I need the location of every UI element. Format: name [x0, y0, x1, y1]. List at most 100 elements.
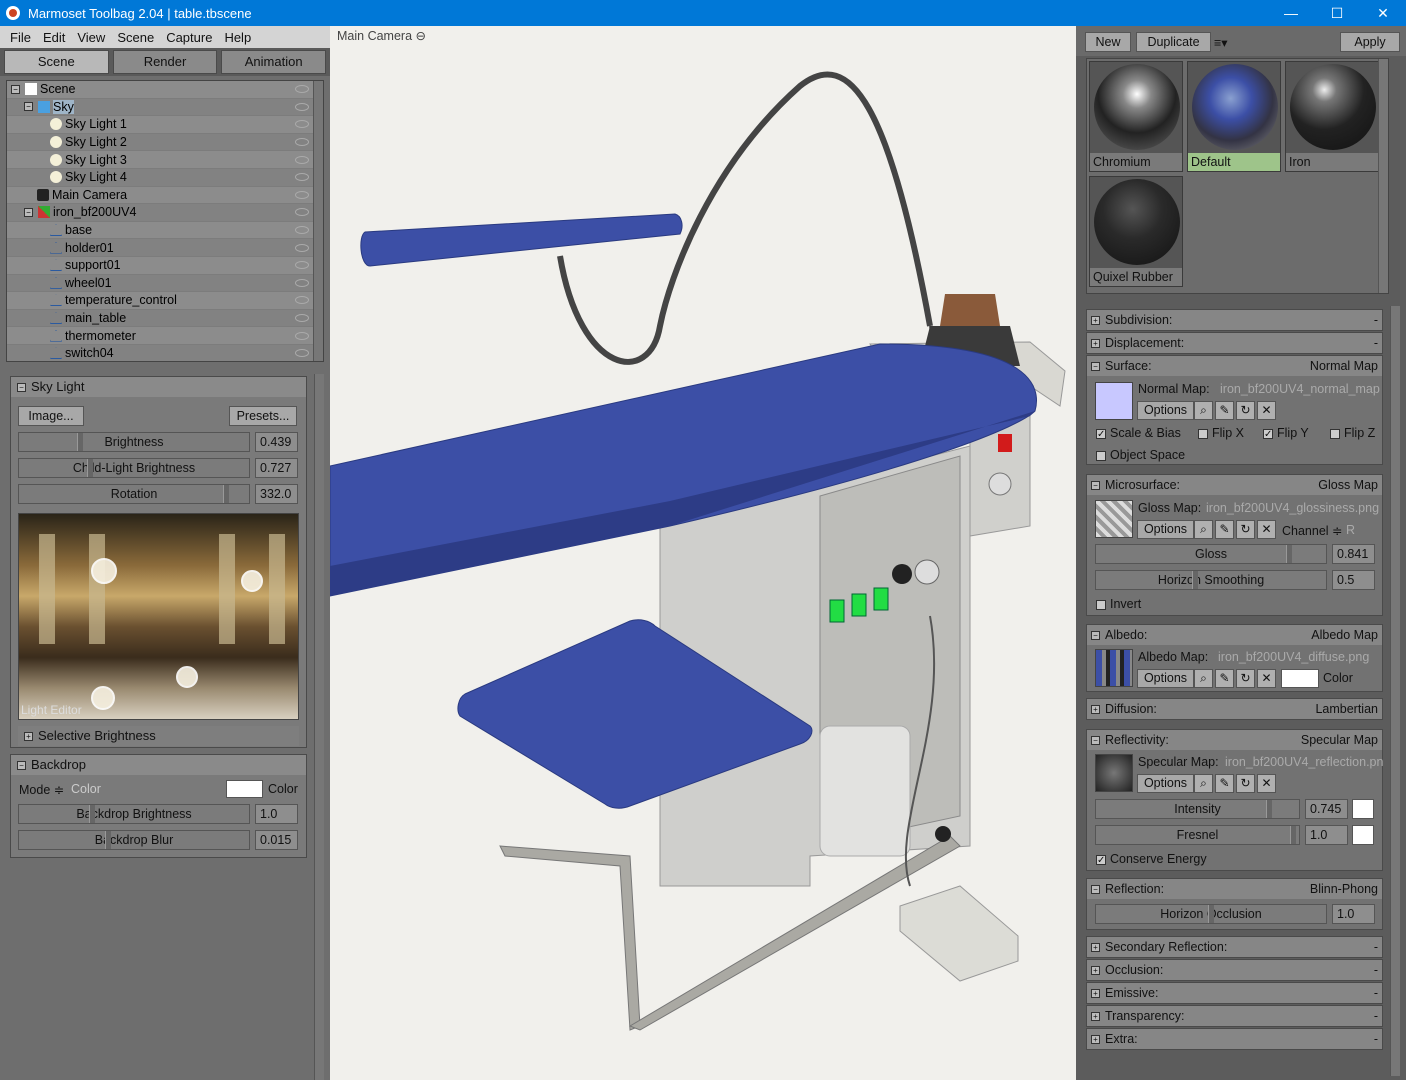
sky-light-4-handle[interactable] — [91, 686, 115, 710]
material-default[interactable]: Default — [1187, 61, 1281, 172]
camera-selector[interactable]: Main Camera ⊖ — [337, 28, 426, 43]
menu-capture[interactable]: Capture — [160, 30, 218, 45]
displacement-select[interactable]: - — [1374, 333, 1378, 353]
menu-help[interactable]: Help — [218, 30, 257, 45]
child-brightness-knob[interactable] — [87, 459, 93, 477]
menu-view[interactable]: View — [71, 30, 111, 45]
specular-map-thumbnail[interactable] — [1095, 754, 1133, 792]
emissive-select[interactable]: - — [1374, 983, 1378, 1003]
horizon-occlusion-knob[interactable] — [1208, 905, 1214, 923]
rotation-knob[interactable] — [223, 485, 229, 503]
diffusion-header[interactable]: + Diffusion: Lambertian — [1087, 699, 1382, 719]
edit-icon[interactable]: ✎ — [1215, 669, 1234, 688]
gloss-value[interactable]: 0.841 — [1332, 544, 1375, 564]
tree-item[interactable]: thermometer — [7, 327, 323, 345]
gloss-slider[interactable]: Gloss — [1095, 544, 1327, 564]
apply-material-button[interactable]: Apply — [1340, 32, 1400, 52]
brightness-knob[interactable] — [77, 433, 83, 451]
clear-icon[interactable]: ✕ — [1257, 774, 1276, 793]
albedo-color-swatch[interactable] — [1281, 669, 1319, 688]
reload-icon[interactable]: ↻ — [1236, 520, 1255, 539]
tree-item[interactable]: wheel01 — [7, 274, 323, 293]
emissive-header[interactable]: + Emissive: - — [1087, 983, 1382, 1003]
reload-icon[interactable]: ↻ — [1236, 401, 1255, 420]
horizon-smoothing-value[interactable]: 0.5 — [1332, 570, 1375, 590]
fresnel-slider[interactable]: Fresnel — [1095, 825, 1300, 845]
tree-expander-icon[interactable]: − — [24, 102, 33, 112]
tab-scene[interactable]: Scene — [4, 50, 109, 74]
tree-item[interactable]: temperature_control — [7, 292, 323, 310]
transparency-select[interactable]: - — [1374, 1006, 1378, 1026]
reflectivity-select[interactable]: Specular Map — [1301, 730, 1378, 750]
secondary-reflection-select[interactable]: - — [1374, 937, 1378, 957]
visibility-eye-icon[interactable] — [295, 85, 309, 94]
tree-expander-icon[interactable]: − — [24, 207, 33, 217]
microsurface-header[interactable]: − Microsurface: Gloss Map — [1087, 475, 1382, 495]
mode-select[interactable]: Color — [71, 782, 101, 796]
intensity-color-swatch[interactable] — [1352, 799, 1374, 819]
normal-map-thumbnail[interactable] — [1095, 382, 1133, 420]
tree-scrollbar[interactable] — [313, 81, 323, 361]
fresnel-color-swatch[interactable] — [1352, 825, 1374, 845]
reflection-select[interactable]: Blinn-Phong — [1310, 879, 1378, 899]
secondary-reflection-header[interactable]: + Secondary Reflection: - — [1087, 937, 1382, 957]
tree-item[interactable]: Sky Light 3 — [7, 151, 323, 169]
material-iron[interactable]: Iron — [1285, 61, 1379, 172]
menu-scene[interactable]: Scene — [111, 30, 160, 45]
clear-icon[interactable]: ✕ — [1257, 401, 1276, 420]
flip-y-checkbox[interactable]: ✓ Flip Y — [1263, 426, 1309, 440]
sky-light-1-handle[interactable] — [91, 558, 117, 584]
sky-light-header[interactable]: − Sky Light — [11, 377, 306, 397]
visibility-eye-icon[interactable] — [295, 155, 309, 164]
clear-icon[interactable]: ✕ — [1257, 520, 1276, 539]
sky-light-2-handle[interactable] — [241, 570, 263, 592]
duplicate-material-button[interactable]: Duplicate — [1136, 32, 1211, 52]
transparency-header[interactable]: + Transparency: - — [1087, 1006, 1382, 1026]
edit-icon[interactable]: ✎ — [1215, 401, 1234, 420]
invert-checkbox[interactable]: Invert — [1096, 597, 1141, 611]
light-editor-panorama[interactable]: Light Editor — [18, 513, 299, 720]
backdrop-blur-value[interactable]: 0.015 — [255, 830, 298, 850]
tree-item[interactable]: support01 — [7, 257, 323, 275]
surface-select[interactable]: Normal Map — [1310, 356, 1378, 376]
horizon-smoothing-slider[interactable]: Horizon Smoothing — [1095, 570, 1327, 590]
tree-item[interactable]: switch04 — [7, 344, 323, 361]
conserve-energy-checkbox[interactable]: ✓ Conserve Energy — [1096, 852, 1207, 866]
gloss-map-options-button[interactable]: Options — [1137, 520, 1194, 539]
brightness-value[interactable]: 0.439 — [255, 432, 298, 452]
brightness-slider[interactable]: Brightness — [18, 432, 250, 452]
search-icon[interactable]: ⌕ — [1194, 401, 1213, 420]
rotation-slider[interactable]: Rotation — [18, 484, 250, 504]
tree-expander-icon[interactable]: − — [11, 84, 20, 94]
visibility-eye-icon[interactable] — [295, 314, 309, 323]
visibility-eye-icon[interactable] — [295, 120, 309, 129]
search-icon[interactable]: ⌕ — [1194, 669, 1213, 688]
visibility-eye-icon[interactable] — [295, 190, 309, 199]
tree-item[interactable]: Main Camera — [7, 187, 323, 205]
diffusion-select[interactable]: Lambertian — [1315, 699, 1378, 719]
albedo-map-options-button[interactable]: Options — [1137, 669, 1194, 688]
visibility-eye-icon[interactable] — [295, 243, 309, 252]
material-menu-icon[interactable]: ≡▾ — [1214, 35, 1228, 50]
gloss-map-thumbnail[interactable] — [1095, 500, 1133, 538]
visibility-eye-icon[interactable] — [295, 278, 309, 287]
intensity-slider[interactable]: Intensity — [1095, 799, 1300, 819]
material-library-scrollbar[interactable] — [1378, 59, 1388, 293]
reload-icon[interactable]: ↻ — [1236, 774, 1255, 793]
backdrop-brightness-slider[interactable]: Backdrop Brightness — [18, 804, 250, 824]
visibility-eye-icon[interactable] — [295, 226, 309, 235]
search-icon[interactable]: ⌕ — [1194, 774, 1213, 793]
tree-item[interactable]: Sky Light 2 — [7, 133, 323, 152]
new-material-button[interactable]: New — [1085, 32, 1131, 52]
subdivision-header[interactable]: + Subdivision: - — [1087, 310, 1382, 330]
microsurface-select[interactable]: Gloss Map — [1318, 475, 1378, 495]
flip-z-checkbox[interactable]: Flip Z — [1330, 426, 1375, 440]
fresnel-knob[interactable] — [1290, 826, 1296, 844]
child-brightness-value[interactable]: 0.727 — [255, 458, 298, 478]
visibility-eye-icon[interactable] — [295, 208, 309, 217]
channel-select[interactable]: R — [1346, 523, 1355, 537]
tree-item[interactable]: − iron_bf200UV4 — [7, 204, 323, 222]
visibility-eye-icon[interactable] — [295, 349, 309, 358]
surface-header[interactable]: − Surface: Normal Map — [1087, 356, 1382, 376]
visibility-eye-icon[interactable] — [295, 173, 309, 182]
